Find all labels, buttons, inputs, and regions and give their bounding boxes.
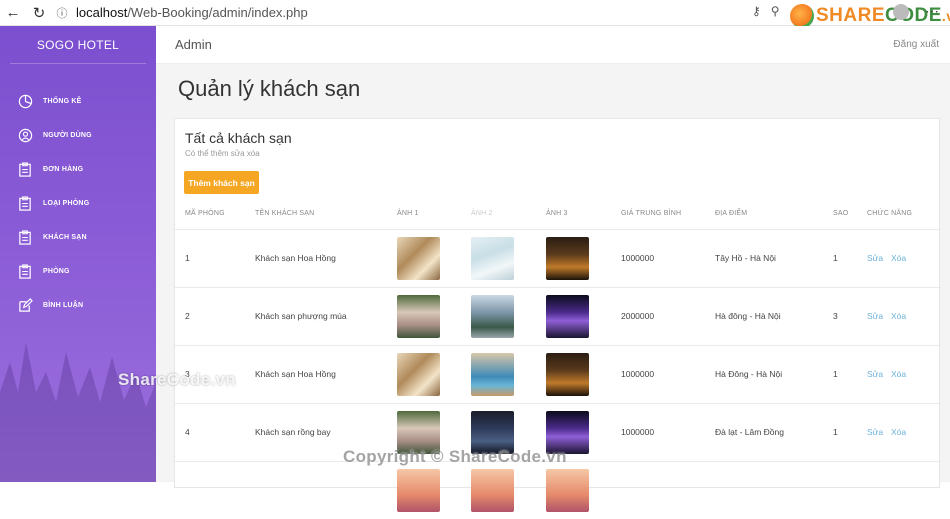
sidebar-item-loai-phong[interactable]: LOẠI PHÒNG [0,186,156,220]
profile-avatar[interactable] [893,4,909,20]
cell-hotel-name: Khách sạn rồng bay [255,427,331,437]
cell-price: 2000000 [621,311,655,321]
sidebar-item-label: KHÁCH SẠN [43,233,87,241]
cell-location: Đà lạt - Lâm Đồng [715,427,784,437]
address-bar-tools: ⚷ ⚲ [752,4,780,18]
cell-stars: 1 [833,369,838,379]
table-row [175,461,941,519]
address-bar[interactable]: ⓘ localhost/Web-Booking/admin/index.php [52,2,822,23]
delete-link[interactable]: Xóa [891,369,906,379]
column-header: ẢNH 1 [397,210,419,217]
clipboard-icon [17,161,33,177]
hotel-image-thumbnail [397,353,440,396]
hotel-image-thumbnail [471,237,514,280]
sidebar-item-label: NGƯỜI DÙNG [43,131,92,139]
column-header: TÊN KHÁCH SẠN [255,210,315,217]
column-header: MÃ PHÒNG [185,210,225,217]
delete-link[interactable]: Xóa [891,311,906,321]
url-text: localhost/Web-Booking/admin/index.php [76,5,308,20]
column-header: SAO [833,210,849,217]
sidebar-item-thong-ke[interactable]: THỐNG KÊ [0,84,156,118]
url-host: localhost [76,5,128,20]
cell-price: 1000000 [621,427,655,437]
site-info-icon[interactable]: ⓘ [52,5,72,21]
cell-hotel-name: Khách sạn Hoa Hồng [255,369,336,379]
cell-location: Tây Hồ - Hà Nội [715,253,776,263]
card-title: Tất cả khách sạn [185,130,292,146]
browser-toolbar: ← ↻ ⓘ localhost/Web-Booking/admin/index.… [0,0,950,28]
key-icon[interactable]: ⚷ [752,4,761,18]
hotel-image-thumbnail [471,469,514,512]
table-header: MÃ PHÒNG TÊN KHÁCH SẠN ẢNH 1 ẢNH 2 ẢNH 3… [175,201,941,229]
cell-id: 1 [185,253,190,263]
back-icon[interactable]: ← [0,0,26,26]
add-hotel-button[interactable]: Thêm khách sạn [184,171,259,194]
sidebar-item-don-hang[interactable]: ĐƠN HÀNG [0,152,156,186]
card-subtitle: Có thể thêm sửa xóa [185,149,260,158]
column-header: CHỨC NĂNG [867,210,913,217]
sidebar-item-label: THỐNG KÊ [43,97,82,105]
hotel-image-thumbnail [546,295,589,338]
hotel-table: MÃ PHÒNG TÊN KHÁCH SẠN ẢNH 1 ẢNH 2 ẢNH 3… [175,201,941,519]
delete-link[interactable]: Xóa [891,427,906,437]
sharecode-logo-mark [790,4,814,28]
hotel-image-thumbnail [397,469,440,512]
cell-price: 1000000 [621,369,655,379]
hotel-image-thumbnail [546,353,589,396]
table-row: 2 Khách sạn phượng múa 2000000 Hà đông - Hà… [175,287,941,345]
hotel-image-thumbnail [397,295,440,338]
url-path: /Web-Booking/admin/index.php [127,5,308,20]
table-row: 1 Khách sạn Hoa Hồng 1000000 Tây Hồ - Hà Nộ… [175,229,941,287]
table-row: 3 Khách sạn Hoa Hồng 1000000 Hà Đông - Hà N… [175,345,941,403]
edit-link[interactable]: Sửa [867,369,883,379]
cell-location: Hà đông - Hà Nội [715,311,781,321]
sidebar-brand[interactable]: SOGO HOTEL [10,26,146,64]
cell-id: 2 [185,311,190,321]
logout-link[interactable]: Đăng xuất [893,39,939,50]
cell-stars: 1 [833,253,838,263]
cell-stars: 1 [833,427,838,437]
cell-hotel-name: Khách sạn Hoa Hồng [255,253,336,263]
sidebar-item-label: ĐƠN HÀNG [43,165,84,173]
hotel-image-thumbnail [546,237,589,280]
column-header: ĐỊA ĐIỂM [715,210,748,217]
edit-link[interactable]: Sửa [867,253,883,263]
reload-icon[interactable]: ↻ [26,0,52,26]
pie-chart-icon [17,93,33,109]
hotel-image-thumbnail [397,237,440,280]
column-header: GIÁ TRUNG BÌNH [621,210,682,217]
delete-link[interactable]: Xóa [891,253,906,263]
header-title: Admin [175,37,212,52]
hotel-image-thumbnail [471,353,514,396]
cell-hotel-name: Khách sạn phượng múa [255,311,347,321]
sharecode-watermark: ShareCode.vn [118,370,236,389]
table-body: 1 Khách sạn Hoa Hồng 1000000 Tây Hồ - Hà Nộ… [175,229,941,519]
cell-id: 4 [185,427,190,437]
copyright-watermark: Copyright © ShareCode.vn [343,447,567,466]
page-title: Quản lý khách sạn [178,76,361,101]
main-content: Quản lý khách sạn Tất cả khách sạn Có th… [156,64,950,512]
column-header: ẢNH 3 [546,210,568,217]
sidebar: SOGO HOTEL THỐNG KÊ NGƯỜI DÙNG ĐƠN HÀNG … [0,26,156,482]
top-header: Admin Đăng xuất [156,26,950,64]
sidebar-item-label: PHÒNG [43,267,70,275]
edit-link[interactable]: Sửa [867,427,883,437]
clipboard-icon [17,229,33,245]
edit-link[interactable]: Sửa [867,311,883,321]
sidebar-item-nguoi-dung[interactable]: NGƯỜI DÙNG [0,118,156,152]
sidebar-item-khach-san[interactable]: KHÁCH SẠN [0,220,156,254]
hotel-image-thumbnail [546,469,589,512]
clipboard-icon [17,263,33,279]
zoom-icon[interactable]: ⚲ [771,4,780,18]
more-options-icon[interactable]: ⋯ [925,3,939,20]
user-icon [17,127,33,143]
cell-stars: 3 [833,311,838,321]
cell-price: 1000000 [621,253,655,263]
sidebar-item-label: LOẠI PHÒNG [43,199,90,207]
cell-location: Hà Đông - Hà Nội [715,369,783,379]
hotel-image-thumbnail [471,295,514,338]
column-header: ẢNH 2 [471,210,493,217]
hotel-card: Tất cả khách sạn Có thể thêm sửa xóa Thê… [174,118,941,512]
clipboard-icon [17,195,33,211]
